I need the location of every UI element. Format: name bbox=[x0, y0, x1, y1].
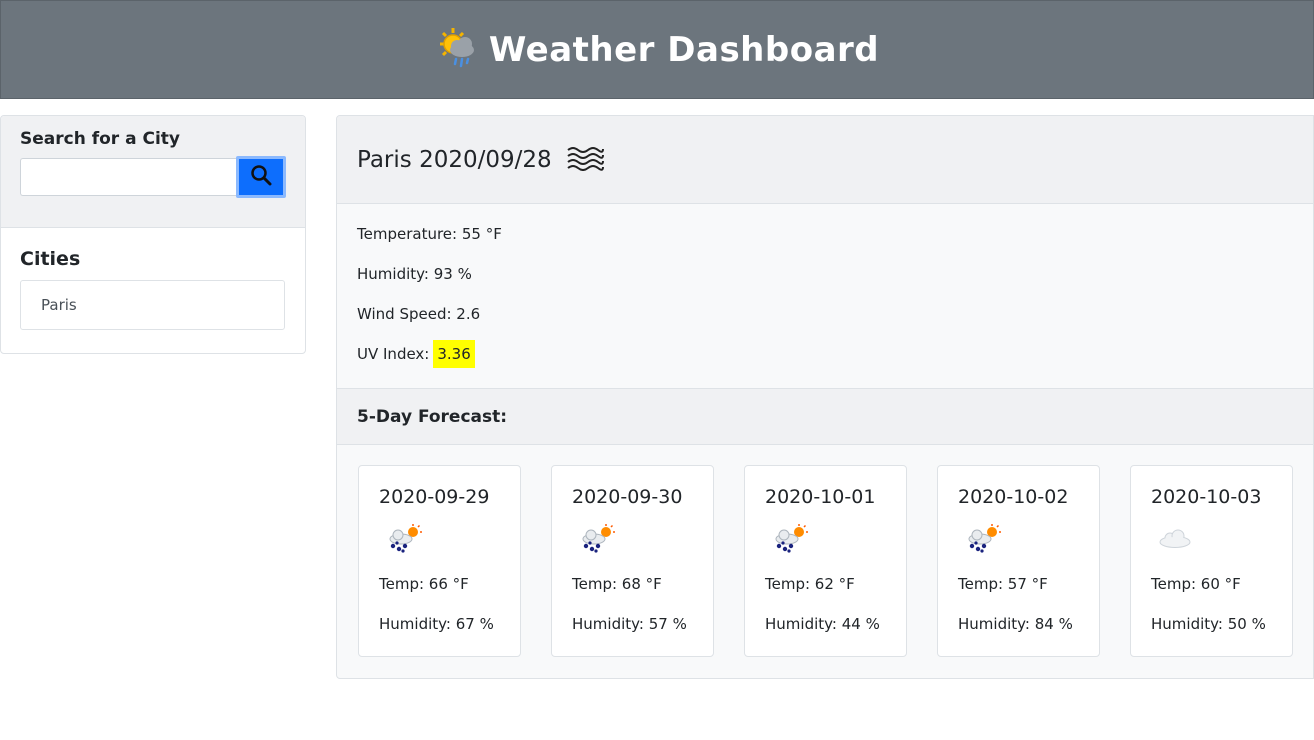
forecast-temp: Temp: 68 °F bbox=[572, 575, 662, 593]
forecast-card: 2020-10-03 Temp: 60 °F Humidity: 50 % bbox=[1130, 465, 1293, 657]
forecast-humidity: Humidity: 57 % bbox=[572, 615, 687, 633]
current-weather-header: Paris 2020/09/28 bbox=[337, 116, 1313, 204]
forecast-title: 5-Day Forecast: bbox=[357, 406, 508, 427]
forecast-temp: Temp: 60 °F bbox=[1151, 575, 1241, 593]
humidity-text: Humidity: 93 % bbox=[357, 265, 472, 283]
current-weather-body: Temperature: 55 °F Humidity: 93 % Wind S… bbox=[337, 204, 1313, 388]
sidebar: Search for a City Cities Paris bbox=[0, 115, 306, 354]
mist-icon bbox=[566, 145, 604, 175]
main-panel: Paris 2020/09/28 Temperature: 55 °F Humi… bbox=[336, 115, 1314, 679]
search-section: Search for a City bbox=[1, 116, 305, 228]
forecast-date: 2020-10-03 bbox=[1151, 486, 1262, 508]
current-city-title: Paris 2020/09/28 bbox=[357, 146, 552, 173]
forecast-temp: Temp: 57 °F bbox=[958, 575, 1048, 593]
uv-index-label: UV Index: bbox=[357, 345, 430, 363]
sun-cloud-rain-icon bbox=[435, 26, 479, 74]
forecast-date: 2020-10-01 bbox=[765, 486, 876, 508]
uv-index-row: UV Index: 3.36 bbox=[357, 334, 1293, 374]
forecast-card: 2020-09-30 Temp: 68 °F Humidity: 57 % bbox=[551, 465, 714, 657]
search-label: Search for a City bbox=[20, 129, 181, 149]
rain-sun-icon bbox=[962, 514, 1079, 564]
city-item-paris[interactable]: Paris bbox=[20, 280, 285, 330]
search-icon bbox=[250, 164, 272, 190]
app-header: Weather Dashboard bbox=[0, 0, 1314, 99]
forecast-temp: Temp: 62 °F bbox=[765, 575, 855, 593]
search-button[interactable] bbox=[236, 156, 286, 198]
rain-sun-icon bbox=[383, 514, 500, 564]
rain-sun-icon bbox=[769, 514, 886, 564]
forecast-card: 2020-09-29 Temp: 66 °F Humidity: 67 % bbox=[358, 465, 521, 657]
forecast-date: 2020-10-02 bbox=[958, 486, 1069, 508]
search-row bbox=[20, 156, 286, 198]
search-input[interactable] bbox=[20, 158, 237, 196]
forecast-temp: Temp: 66 °F bbox=[379, 575, 469, 593]
forecast-row: 2020-09-29 Temp: 66 °F Humidity: 67 % 20… bbox=[337, 445, 1313, 657]
cloud-icon bbox=[1155, 514, 1272, 564]
uv-index-badge: 3.36 bbox=[433, 340, 475, 368]
cities-section: Cities Paris bbox=[1, 228, 305, 350]
forecast-card: 2020-10-02 Temp: 57 °F Humidity: 84 % bbox=[937, 465, 1100, 657]
rain-sun-icon bbox=[576, 514, 693, 564]
forecast-date: 2020-09-30 bbox=[572, 486, 683, 508]
wind-speed-text: Wind Speed: 2.6 bbox=[357, 305, 481, 323]
forecast-humidity: Humidity: 50 % bbox=[1151, 615, 1266, 633]
forecast-humidity: Humidity: 44 % bbox=[765, 615, 880, 633]
forecast-card: 2020-10-01 Temp: 62 °F Humidity: 44 % bbox=[744, 465, 907, 657]
forecast-header: 5-Day Forecast: bbox=[337, 388, 1313, 445]
forecast-humidity: Humidity: 84 % bbox=[958, 615, 1073, 633]
forecast-humidity: Humidity: 67 % bbox=[379, 615, 494, 633]
page-title: Weather Dashboard bbox=[488, 29, 880, 70]
temperature-text: Temperature: 55 °F bbox=[357, 225, 502, 243]
forecast-date: 2020-09-29 bbox=[379, 486, 490, 508]
cities-title: Cities bbox=[20, 248, 81, 270]
header-content: Weather Dashboard bbox=[435, 26, 879, 74]
